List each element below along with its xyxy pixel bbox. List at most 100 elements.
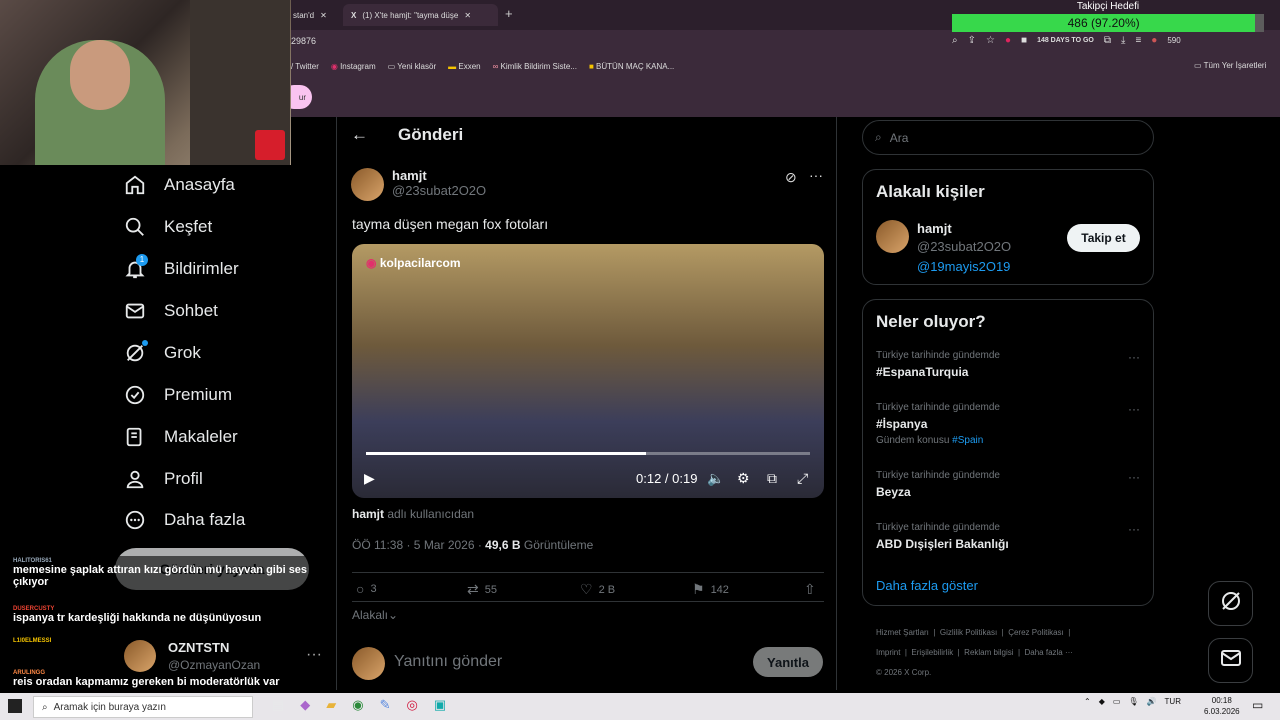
notification-center-icon[interactable]: ▭ <box>1252 698 1263 712</box>
taskbar-search[interactable]: ⌕ Aramak için buraya yazın <box>33 696 253 718</box>
volume-icon[interactable]: 🔊 <box>1147 697 1157 706</box>
follow-button[interactable]: Takip et <box>1067 224 1140 252</box>
account-switcher[interactable]: OZNTSTN @OzmayanOzan ··· <box>120 638 322 674</box>
grok-fab[interactable] <box>1208 581 1253 626</box>
avatar[interactable] <box>876 220 909 253</box>
chrome-icon[interactable]: ◉ <box>352 697 363 713</box>
fullscreen-icon[interactable]: ⤢ <box>797 470 808 487</box>
tweet-author[interactable]: hamjt @23subat2O2O <box>351 168 486 201</box>
repost-action[interactable]: ⇄ 55 <box>467 581 497 598</box>
opera-icon[interactable]: ◎ <box>407 697 418 713</box>
download-icon[interactable]: ⤓ <box>1121 35 1125 46</box>
back-arrow-icon[interactable]: ← <box>351 125 368 145</box>
reply-button[interactable]: Yanıtla <box>753 647 823 677</box>
play-icon[interactable]: ▶ <box>364 470 375 487</box>
windows-start-icon[interactable] <box>8 699 22 713</box>
share-icon[interactable]: ⇪ <box>968 35 976 46</box>
more-icon[interactable]: ··· <box>1128 402 1140 416</box>
video-player[interactable]: ◉ kolpacilarcom ▶ 0:12 / 0:19 🔈 ⚙ ⧉ ⤢ <box>352 244 824 498</box>
avatar[interactable]: ● <box>1151 35 1157 46</box>
like-action[interactable]: ♡ 2 B <box>580 581 615 598</box>
sidebar-item-grok[interactable]: Grok <box>124 340 201 364</box>
sidebar-item-more[interactable]: Daha fazla <box>124 509 245 531</box>
chevron-up-icon[interactable]: ⌃ <box>1084 697 1091 706</box>
related-toggle[interactable]: Alakalı⌄ <box>352 608 398 622</box>
footer-link[interactable]: Daha fazla ··· <box>1025 648 1073 657</box>
bookmark-mac[interactable]: ■ BÜTÜN MAÇ KANA... <box>589 62 674 71</box>
pip-icon[interactable]: ⧉ <box>767 470 777 487</box>
close-icon[interactable]: ✕ <box>464 11 471 20</box>
more-icon[interactable]: ··· <box>1128 350 1140 364</box>
bookmark-instagram[interactable]: ◉ Instagram <box>331 62 376 71</box>
footer-link[interactable]: Erişilebilirlik <box>911 648 953 657</box>
all-bookmarks[interactable]: ▭ Tüm Yer İşaretleri <box>1194 61 1266 70</box>
extension-red-icon[interactable]: ● <box>1005 35 1011 46</box>
messages-fab[interactable] <box>1208 638 1253 683</box>
footer-link[interactable]: Gizlilik Politikası <box>940 628 997 637</box>
footer-link[interactable]: Çerez Politikası <box>1008 628 1064 637</box>
volume-icon[interactable]: 🔈 <box>707 470 724 487</box>
queue-icon[interactable]: ≡ <box>1135 35 1141 46</box>
more-icon[interactable]: ··· <box>1128 522 1140 536</box>
trend-sub-link[interactable]: #Spain <box>952 435 983 446</box>
author-name[interactable]: hamjt <box>392 168 486 183</box>
person-name[interactable]: hamjt <box>917 221 952 236</box>
bookmark-folder[interactable]: ▭ Yeni klasör <box>388 62 436 71</box>
sidebar-item-notifications[interactable]: 1 Bildirimler <box>124 254 239 280</box>
sidebar-item-profile[interactable]: Profil <box>124 468 203 490</box>
trend-item[interactable]: Türkiye tarihinde gündemde #İspanya Günd… <box>876 402 1140 446</box>
sidebar-item-explore[interactable]: Keşfet <box>124 216 212 238</box>
footer-link[interactable]: Imprint <box>876 648 900 657</box>
share-action[interactable]: ⇧ <box>804 581 816 598</box>
sidebar-item-home[interactable]: Anasayfa <box>124 174 235 196</box>
footer-link[interactable]: Reklam bilgisi <box>964 648 1013 657</box>
tab-1[interactable]: stan'd ✕ <box>285 4 337 26</box>
trend-item[interactable]: Türkiye tarihinde gündemde Beyza ··· <box>876 470 1140 499</box>
source-user[interactable]: hamjt <box>352 507 384 521</box>
extension-white-icon[interactable]: ■ <box>1021 35 1027 46</box>
taskbar-clock[interactable]: 00:18 6.03.2026 <box>1204 695 1240 717</box>
show-more-link[interactable]: Daha fazla göster <box>876 578 978 593</box>
person-bio-link[interactable]: @19mayis2O19 <box>917 259 1010 274</box>
tweet-time[interactable]: ÖÖ 11:38 · 5 Mar 2026 · <box>352 538 485 552</box>
app-icon[interactable]: ▣ <box>434 697 446 713</box>
bookmark-kimlik[interactable]: ∞ Kimlik Bildirim Siste... <box>493 62 577 71</box>
bookmark-exxen[interactable]: ▬ Exxen <box>448 62 480 71</box>
sidebar-item-chat[interactable]: Sohbet <box>124 300 218 322</box>
new-tab-button[interactable]: + <box>505 6 513 21</box>
reply-input[interactable]: Yanıtını gönder <box>394 653 502 671</box>
trend-item[interactable]: Türkiye tarihinde gündemde ABD Dışişleri… <box>876 522 1140 551</box>
grok-icon[interactable]: ⊘ <box>785 169 797 186</box>
avatar[interactable] <box>351 168 384 201</box>
url-text[interactable]: 29876 <box>291 36 316 46</box>
settings-icon[interactable]: ⚙ <box>737 470 750 487</box>
tab-2[interactable]: X (1) X'te hamjt: "tayma düşe ✕ <box>343 4 498 26</box>
more-icon[interactable]: ··· <box>809 167 823 183</box>
language-indicator[interactable]: TUR <box>1165 697 1181 706</box>
task-view-icon[interactable]: ▤ <box>272 697 284 713</box>
person-handle[interactable]: @23subat2O2O <box>917 239 1011 254</box>
notepad-icon[interactable]: ✎ <box>380 697 391 713</box>
author-handle[interactable]: @23subat2O2O <box>392 183 486 198</box>
zoom-icon[interactable]: ⌕ <box>952 35 958 46</box>
microphone-icon[interactable]: 🎙 <box>1128 697 1138 706</box>
video-progress[interactable] <box>366 452 810 455</box>
trend-item[interactable]: Türkiye tarihinde gündemde #EspanaTurqui… <box>876 350 1140 379</box>
sidebar-item-articles[interactable]: Makaleler <box>124 426 238 448</box>
bookmark-action[interactable]: ⚑ 142 <box>692 581 729 598</box>
dropbox-icon[interactable]: ◆ <box>1099 697 1105 706</box>
footer-link[interactable]: Hizmet Şartları <box>876 628 929 637</box>
search-input[interactable]: ⌕ Ara <box>862 120 1154 155</box>
puzzle-icon[interactable]: ⧉ <box>1104 35 1111 46</box>
reply-action[interactable]: ○ 3 <box>356 581 377 597</box>
copilot-icon[interactable]: ◆ <box>300 697 310 713</box>
close-icon[interactable]: ✕ <box>320 11 327 20</box>
more-icon[interactable]: ··· <box>306 646 322 664</box>
star-icon[interactable]: ☆ <box>986 35 995 46</box>
file-explorer-icon[interactable]: ▰ <box>326 697 336 713</box>
days-to-go[interactable]: 148 DAYS TO GO <box>1037 37 1094 44</box>
sidebar-item-premium[interactable]: Premium <box>124 384 232 406</box>
network-icon[interactable]: ▭ <box>1113 697 1121 706</box>
bookmark-twitter[interactable]: / Twitter <box>291 62 319 71</box>
more-icon[interactable]: ··· <box>1128 470 1140 484</box>
